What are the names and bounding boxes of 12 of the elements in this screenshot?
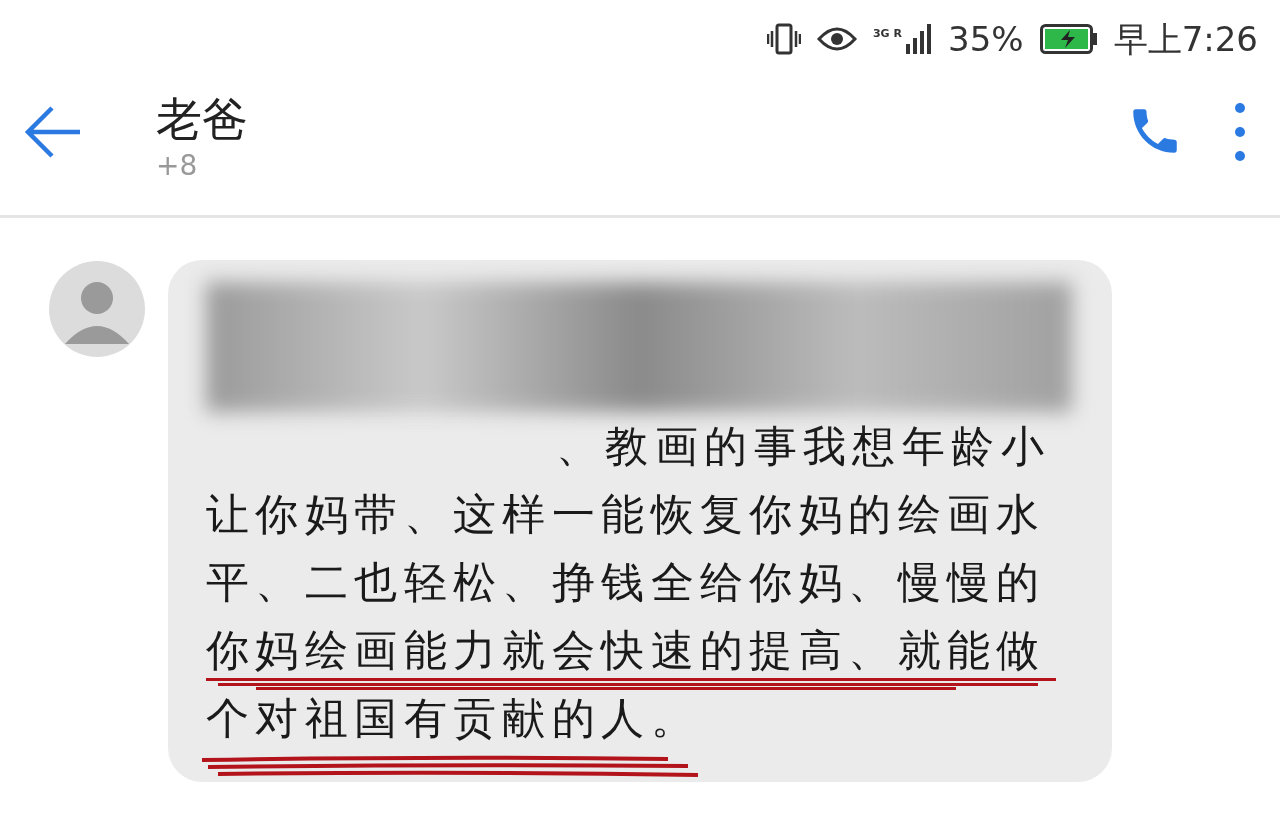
signal-icon bbox=[906, 24, 933, 54]
more-options-button[interactable] bbox=[1232, 102, 1248, 162]
eye-icon bbox=[816, 25, 857, 53]
status-time: 早上7:26 bbox=[1113, 17, 1258, 61]
roaming-label: R bbox=[893, 26, 903, 39]
network-label: 3G bbox=[872, 28, 890, 39]
contact-name: 老爸 bbox=[156, 94, 249, 145]
battery-percent: 35% bbox=[948, 17, 1024, 61]
more-vertical-icon bbox=[1232, 102, 1248, 162]
battery-charging-icon bbox=[1039, 24, 1098, 54]
phone-number: +8 bbox=[156, 147, 199, 184]
vibrate-icon bbox=[766, 22, 801, 56]
